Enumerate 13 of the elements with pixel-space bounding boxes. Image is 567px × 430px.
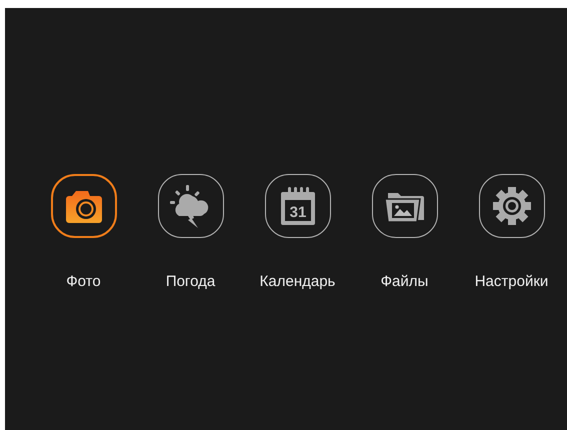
menu-tile[interactable] — [372, 174, 438, 238]
menu-tile[interactable] — [158, 174, 224, 238]
menu-label: Календарь — [260, 273, 336, 290]
menu-label: Файлы — [380, 273, 428, 290]
camera-icon — [64, 188, 102, 224]
menu-label: Настройки — [474, 273, 548, 290]
settings-icon — [492, 186, 532, 226]
menu-label: Фото — [66, 273, 101, 290]
menu-tile[interactable] — [478, 174, 544, 238]
date-number: 31 — [289, 204, 306, 221]
menu-label: Погода — [166, 273, 216, 290]
menu-tile[interactable]: 31 — [264, 174, 330, 238]
menu-tile[interactable] — [50, 174, 116, 238]
